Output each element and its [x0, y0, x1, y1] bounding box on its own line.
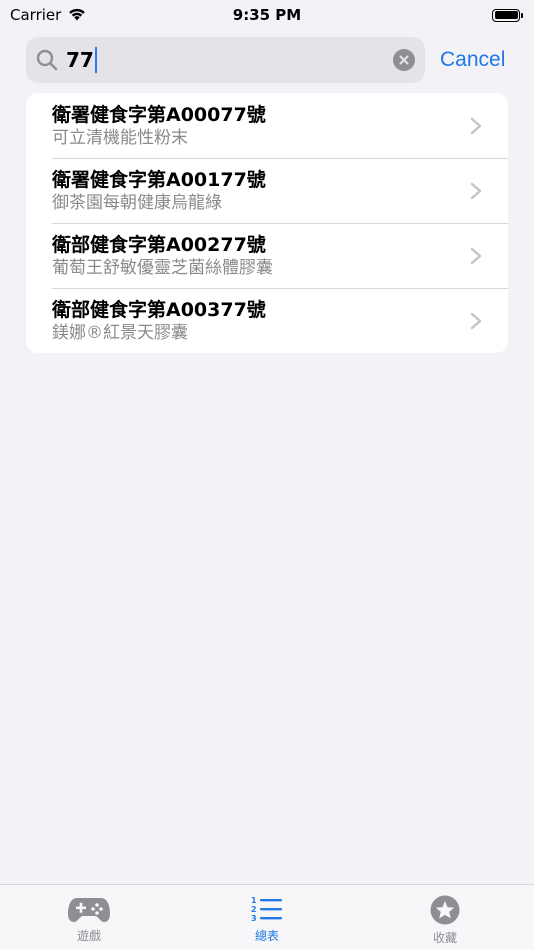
tab-games-label: 遊戲	[76, 929, 101, 943]
numbered-list-icon: 1 2 3	[251, 896, 282, 923]
status-left: Carrier	[10, 6, 87, 25]
list-item-subtitle: 鎂娜®紅景天膠囊	[52, 322, 188, 343]
search-field[interactable]: 77	[26, 37, 425, 83]
list-item-title: 衛部健食字第A00377號	[52, 298, 266, 321]
search-icon	[36, 49, 58, 71]
chevron-right-icon	[470, 117, 482, 134]
tab-games[interactable]: 遊戲	[0, 885, 178, 950]
tab-favorites[interactable]: 收藏	[356, 885, 534, 950]
list-item-subtitle: 御茶園每朝健康烏龍綠	[52, 192, 222, 213]
tab-bar: 遊戲 1 2 3 總表 收藏	[0, 884, 534, 950]
list-item-subtitle: 葡萄王舒敏優靈芝菌絲體膠囊	[52, 257, 273, 278]
list-item[interactable]: 衛署健食字第A00177號 御茶園每朝健康烏龍綠	[26, 158, 508, 223]
star-circle-icon	[430, 895, 460, 925]
chevron-right-icon	[470, 182, 482, 199]
chevron-right-icon	[470, 312, 482, 329]
list-item-text: 衛部健食字第A00277號 葡萄王舒敏優靈芝菌絲體膠囊	[52, 233, 470, 279]
list-item[interactable]: 衛部健食字第A00377號 鎂娜®紅景天膠囊	[26, 288, 508, 353]
svg-text:1: 1	[251, 896, 257, 905]
list-item[interactable]: 衛署健食字第A00077號 可立清機能性粉末	[26, 93, 508, 158]
close-icon	[399, 55, 409, 65]
tab-list-label: 總表	[254, 929, 279, 943]
search-row: 77 Cancel	[26, 37, 520, 83]
carrier-label: Carrier	[10, 6, 62, 24]
cancel-button[interactable]: Cancel	[440, 48, 505, 72]
list-item-title: 衛署健食字第A00077號	[52, 103, 266, 126]
svg-text:3: 3	[251, 914, 257, 923]
list-item-subtitle: 可立清機能性粉末	[52, 127, 188, 148]
svg-text:2: 2	[251, 905, 257, 914]
tab-favorites-label: 收藏	[432, 931, 457, 945]
results-list: 衛署健食字第A00077號 可立清機能性粉末 衛署健食字第A00177號 御茶園…	[26, 93, 508, 353]
chevron-right-icon	[470, 247, 482, 264]
search-input[interactable]: 77	[66, 48, 94, 72]
list-item-title: 衛部健食字第A00277號	[52, 233, 266, 256]
status-bar: Carrier 9:35 PM	[0, 0, 534, 30]
list-item-text: 衛署健食字第A00177號 御茶園每朝健康烏龍綠	[52, 168, 470, 214]
text-caret	[94, 47, 97, 73]
battery-icon	[492, 8, 523, 22]
list-item-text: 衛署健食字第A00077號 可立清機能性粉末	[52, 103, 470, 149]
wifi-icon	[67, 6, 87, 25]
clear-search-button[interactable]	[393, 49, 415, 71]
list-item-text: 衛部健食字第A00377號 鎂娜®紅景天膠囊	[52, 298, 470, 344]
gamecontroller-icon	[68, 898, 110, 922]
tab-list[interactable]: 1 2 3 總表	[178, 885, 356, 950]
list-item[interactable]: 衛部健食字第A00277號 葡萄王舒敏優靈芝菌絲體膠囊	[26, 223, 508, 288]
list-item-title: 衛署健食字第A00177號	[52, 168, 266, 191]
